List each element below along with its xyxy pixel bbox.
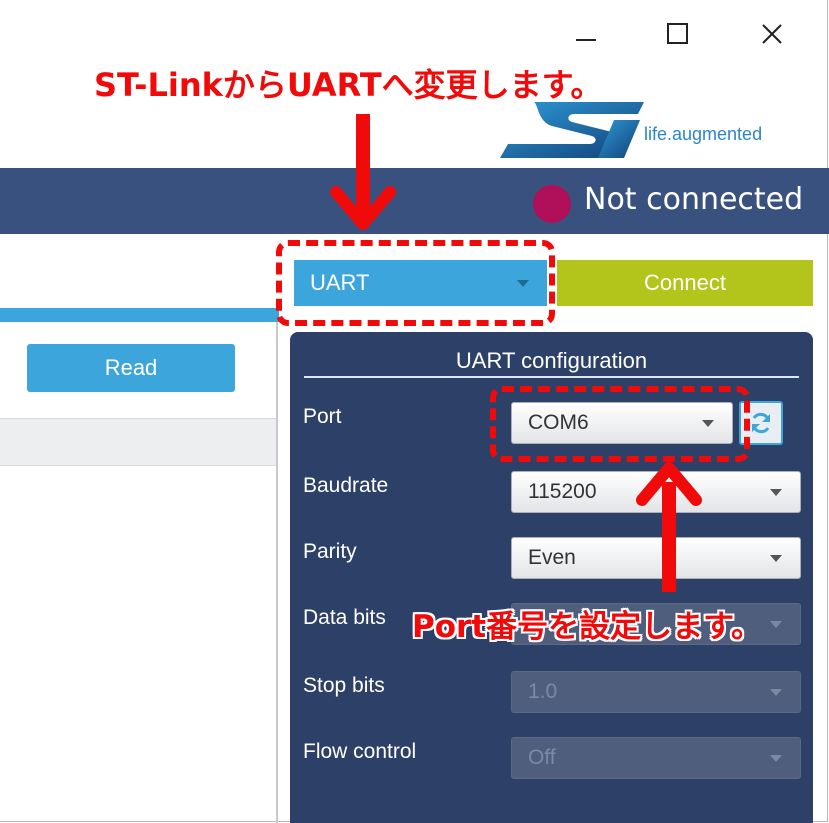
stop-bits-select: 1.0 <box>511 671 801 713</box>
baudrate-label: Baudrate <box>303 474 389 497</box>
annotation-highlight-interface-select <box>276 240 555 326</box>
flow-control-label: Flow control <box>303 740 417 763</box>
logo-tagline: life.augmented <box>644 124 763 144</box>
st-logo <box>494 100 644 160</box>
chevron-down-icon <box>770 489 782 496</box>
stop-bits-label: Stop bits <box>303 674 385 697</box>
st-logo-mark-icon <box>500 102 644 158</box>
title-divider <box>304 376 799 378</box>
maximize-button[interactable] <box>658 14 698 54</box>
connection-status-dot <box>533 185 571 223</box>
left-panel-row <box>0 418 276 466</box>
read-button[interactable]: Read <box>27 344 235 392</box>
close-icon <box>762 24 782 44</box>
panel-divider <box>276 322 278 823</box>
minimize-icon <box>576 39 596 41</box>
maximize-icon <box>667 23 688 44</box>
annotation-arrow-up-icon <box>636 462 702 592</box>
left-panel-tab-strip <box>0 308 279 322</box>
annotation-arrow-down-icon <box>330 114 396 230</box>
data-bits-label: Data bits <box>303 606 386 629</box>
annotation-set-port-number: Port番号を設定します。 <box>412 609 763 645</box>
baudrate-select-value: 115200 <box>528 480 597 503</box>
refresh-icon <box>752 412 770 434</box>
flow-control-select: Off <box>511 737 801 779</box>
annotation-change-to-uart: ST-LinkからUARTへ変更します。 <box>94 66 603 104</box>
chevron-down-icon <box>770 689 782 696</box>
connection-status-text: Not connected <box>584 182 804 217</box>
parity-label: Parity <box>303 540 357 563</box>
chevron-down-icon <box>770 555 782 562</box>
close-button[interactable] <box>752 14 792 54</box>
connect-button[interactable]: Connect <box>557 260 813 306</box>
stop-bits-select-value: 1.0 <box>528 680 558 703</box>
uart-configuration-title: UART configuration <box>455 348 648 373</box>
chevron-down-icon <box>770 755 782 762</box>
parity-select-value: Even <box>528 546 576 569</box>
chevron-down-icon <box>770 621 782 628</box>
minimize-button[interactable] <box>566 14 606 54</box>
flow-control-select-value: Off <box>528 746 556 769</box>
annotation-highlight-port-select <box>490 386 750 462</box>
port-label: Port <box>303 405 342 428</box>
